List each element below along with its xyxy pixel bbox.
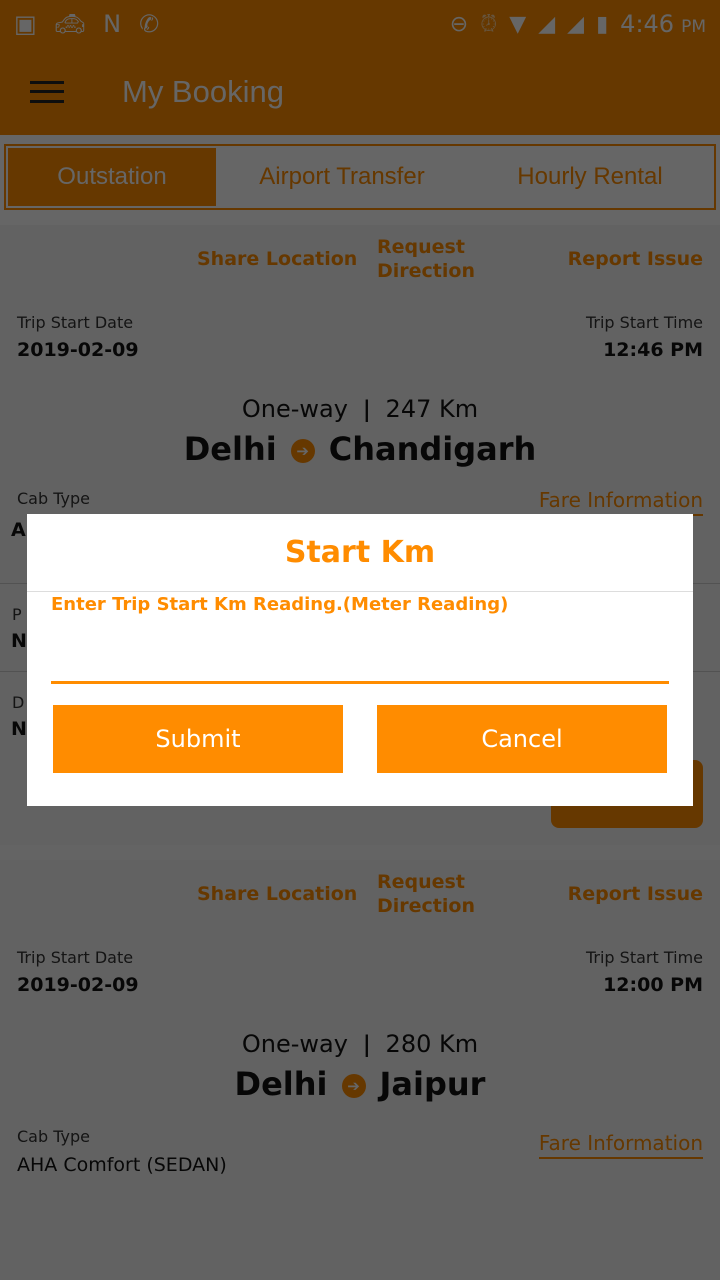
cab-type-label: Cab Type <box>17 489 90 508</box>
taxi-icon: 🚕︎ <box>54 10 86 38</box>
trip-summary: One-way ǀ 280 Km <box>241 1030 479 1058</box>
drop-label: D <box>12 693 25 712</box>
signal-icon: ◢ <box>538 11 556 37</box>
n-icon: N <box>103 10 122 38</box>
app-bar: My Booking <box>0 48 720 135</box>
share-location-link[interactable]: Share Location <box>197 882 357 906</box>
call-forward-icon: ✆ <box>139 10 160 38</box>
trip-route: Delhi ➔ Chandigarh <box>183 430 537 468</box>
dnd-icon: ⊖ <box>449 11 469 37</box>
trip-route: Delhi ➔ Jaipur <box>234 1065 486 1103</box>
cab-type: AHA Comfort (SEDAN) <box>17 1154 227 1176</box>
arrow-right-icon: ➔ <box>290 439 315 463</box>
page-title: My Booking <box>122 73 284 109</box>
pickup-label: P <box>12 605 22 624</box>
request-direction-link[interactable]: Request Direction <box>377 870 477 918</box>
trip-start-time-label: Trip Start Time <box>585 948 703 967</box>
fare-information-link[interactable]: Fare Information <box>538 489 703 516</box>
pickup-value: N <box>11 630 27 652</box>
drop-value: N <box>11 718 27 740</box>
booking-tabs: Outstation Airport Transfer Hourly Renta… <box>4 144 716 210</box>
status-bar: ▣ 🚕︎ N ✆ ⊖ ⏰︎ ▼ ◢ ◢ ▮ 4:46 PM <box>0 0 720 48</box>
trip-start-date-label: Trip Start Date <box>17 313 134 332</box>
trip-start-time: 12:46 PM <box>603 339 703 361</box>
report-issue-link[interactable]: Report Issue <box>568 247 703 271</box>
trip-start-date-label: Trip Start Date <box>17 948 134 967</box>
dialog-title: Start Km <box>27 514 693 592</box>
cab-type-label: Cab Type <box>17 1127 90 1146</box>
fare-information-link[interactable]: Fare Information <box>538 1132 703 1159</box>
submit-button[interactable]: Submit <box>53 705 343 773</box>
trip-summary: One-way ǀ 247 Km <box>241 395 479 423</box>
tab-outstation[interactable]: Outstation <box>6 146 218 208</box>
signal-icon: ◢ <box>567 11 585 37</box>
trip-start-time: 12:00 PM <box>603 974 703 996</box>
trip-start-date: 2019-02-09 <box>17 974 139 996</box>
cab-type: A <box>11 519 26 541</box>
cancel-button[interactable]: Cancel <box>377 705 667 773</box>
start-km-dialog: Start Km Enter Trip Start Km Reading.(Me… <box>27 514 693 806</box>
image-icon: ▣ <box>14 10 37 38</box>
wifi-icon: ▼ <box>509 11 527 37</box>
booking-card: Share Location Request Direction Report … <box>0 860 720 1280</box>
share-location-link[interactable]: Share Location <box>197 247 357 271</box>
battery-charging-icon: ▮ <box>596 11 609 37</box>
arrow-right-icon: ➔ <box>341 1074 366 1098</box>
tab-airport-transfer[interactable]: Airport Transfer <box>218 146 466 208</box>
trip-start-date: 2019-02-09 <box>17 339 139 361</box>
report-issue-link[interactable]: Report Issue <box>568 882 703 906</box>
menu-icon[interactable] <box>30 80 64 103</box>
alarm-icon: ⏰︎ <box>480 11 498 37</box>
dialog-hint: Enter Trip Start Km Reading.(Meter Readi… <box>51 594 509 615</box>
clock: 4:46 PM <box>620 10 706 38</box>
tab-hourly-rental[interactable]: Hourly Rental <box>466 146 714 208</box>
request-direction-link[interactable]: Request Direction <box>377 235 477 283</box>
trip-start-time-label: Trip Start Time <box>585 313 703 332</box>
start-km-input[interactable] <box>51 634 669 684</box>
